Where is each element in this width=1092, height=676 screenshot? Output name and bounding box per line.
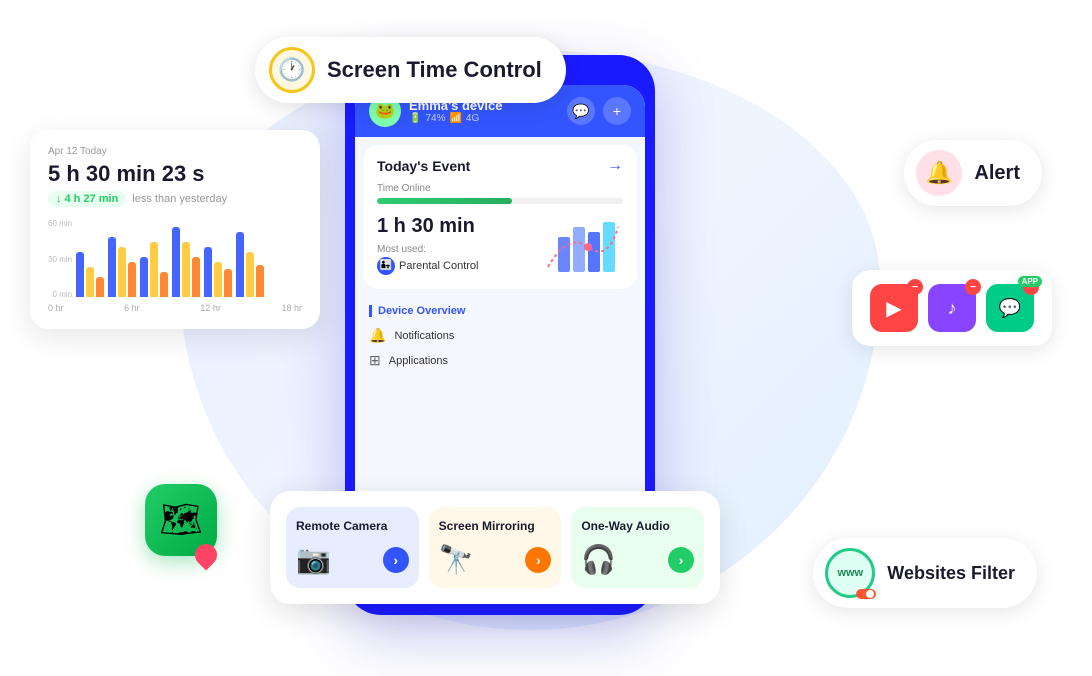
feature-card-mirroring: Screen Mirroring 🔭 › [429,507,562,588]
bell-icon: 🔔 [369,327,386,344]
whatsapp-icon-wrap: 💬 − APP [986,284,1034,332]
device-status: 🔋 74% 📶 4G [409,113,502,124]
event-arrow-icon[interactable]: → [607,157,623,175]
tiktok-icon-wrap: ♪ − [928,284,976,332]
stats-date: Apr 12 Today [48,146,302,157]
bar-blue [172,227,180,297]
bell-alert-icon: 🔔 [926,160,953,186]
bar-chart: 60 min 30 min 0 min [48,219,302,313]
parental-app: 👨‍👧 Parental Control [377,257,479,275]
feature-card-camera: Remote Camera 📷 › [286,507,419,588]
www-text: www [837,567,863,579]
bar-group [172,227,200,297]
bar-x-labels: 0 hr 6 hr 12 hr 18 hr [48,303,302,313]
alert-text: Alert [974,162,1020,185]
device-overview-title: Device Overview [369,305,631,317]
toggle-dot [866,590,874,598]
bar-yellow [118,247,126,297]
binoculars-icon: 🔭 [439,543,474,576]
bar-orange [192,257,200,297]
event-title: Today's Event [377,158,470,174]
youtube-remove-icon[interactable]: − [907,279,923,295]
bar-group [76,252,104,297]
websites-filter-badge: www Websites Filter [813,538,1037,608]
mirroring-arrow-button[interactable]: › [525,547,551,573]
time-display: 1 h 30 min [377,215,479,238]
signal-icon: 📶 [449,113,461,124]
feature-card-mirroring-bottom: 🔭 › [439,543,552,576]
bar-blue [204,247,212,297]
bar-yellow [182,242,190,297]
feature-card-camera-title: Remote Camera [296,519,409,535]
stats-card: Apr 12 Today 5 h 30 min 23 s ↓ 4 h 27 mi… [30,130,320,329]
screen-time-badge: 🕐 Screen Time Control [255,37,566,103]
most-used-label: Most used: [377,244,479,255]
phone-header-right: 💬 + [567,97,631,125]
event-illustration [543,212,623,277]
bar-blue [108,237,116,297]
youtube-icon-wrap: ▶ − [870,284,918,332]
bar-group [204,247,232,297]
bar-group [108,237,136,297]
alert-badge: 🔔 Alert [904,140,1042,206]
feature-card-audio: One-Way Audio 🎧 › [571,507,704,588]
websites-filter-text: Websites Filter [887,563,1015,584]
bar-group [236,232,264,297]
alert-icon: 🔔 [916,150,962,196]
camera-icon: 📷 [296,543,331,576]
bar-group [140,242,168,297]
app-label-badge: APP [1018,276,1042,287]
bar-blue [140,257,148,297]
bar-blue [76,252,84,297]
applications-label: Applications [389,355,448,367]
message-button[interactable]: 💬 [567,97,595,125]
clock-icon: 🕐 [269,47,315,93]
parental-icon: 👨‍👧 [377,257,395,275]
map-icon: 🗺 [159,500,202,540]
bar-blue [236,232,244,297]
stats-less-badge: ↓ 4 h 27 min [48,191,126,207]
bar-y-labels: 60 min 30 min 0 min [48,219,76,299]
overview-item-notifications: 🔔 Notifications [369,323,631,348]
add-button[interactable]: + [603,97,631,125]
screen-time-title: Screen Time Control [327,57,542,83]
device-overview: Device Overview 🔔 Notifications ⊞ Applic… [363,297,637,381]
tiktok-remove-icon[interactable]: − [965,279,981,295]
camera-arrow-button[interactable]: › [383,547,409,573]
feature-card-camera-bottom: 📷 › [296,543,409,576]
battery-icon: 🔋 [409,113,421,124]
progress-bar-fill [377,198,512,204]
bar-yellow [86,267,94,297]
stats-time: 5 h 30 min 23 s [48,161,302,187]
notifications-label: Notifications [394,330,454,342]
headphones-icon: 🎧 [581,543,616,576]
feature-cards: Remote Camera 📷 › Screen Mirroring 🔭 › O… [270,491,720,604]
bar-yellow [246,252,254,297]
overview-item-applications: ⊞ Applications [369,348,631,373]
bar-orange [224,269,232,297]
progress-bar-bg [377,198,623,204]
stats-less-text: less than yesterday [132,193,227,205]
bar-chart-area [76,219,264,299]
bar-yellow [150,242,158,297]
www-icon-wrap: www [825,548,875,598]
app-icons-card: ▶ − ♪ − 💬 − APP [852,270,1052,346]
time-online-label: Time Online [377,183,623,194]
feature-card-audio-bottom: 🎧 › [581,543,694,576]
audio-arrow-button[interactable]: › [668,547,694,573]
bar-orange [96,277,104,297]
bar-orange [256,265,264,297]
apps-icon: ⊞ [369,352,381,369]
down-arrow-icon: ↓ [56,193,62,205]
bar-yellow [214,262,222,297]
event-header: Today's Event → [377,157,623,175]
bar-orange [128,262,136,297]
event-card: Today's Event → Time Online 1 h 30 min M… [363,145,637,289]
toggle-switch[interactable] [856,589,876,599]
parental-name: Parental Control [399,260,479,272]
feature-card-mirroring-title: Screen Mirroring [439,519,552,535]
bar-orange [160,272,168,297]
feature-card-audio-title: One-Way Audio [581,519,694,535]
